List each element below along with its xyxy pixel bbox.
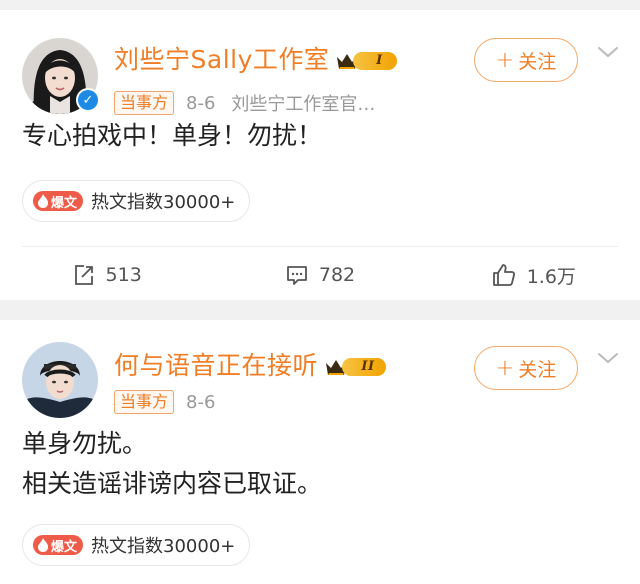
follow-label: 关注 — [518, 50, 557, 73]
party-tag: 当事方 — [114, 390, 175, 414]
hot-pill: 爆文 — [33, 191, 84, 211]
plus-icon: + — [495, 47, 515, 73]
repost-icon — [74, 265, 93, 285]
author-name[interactable]: 刘些宁Sally工作室 I — [114, 40, 398, 76]
post-content: 专心拍戏中！单身！勿扰！ — [22, 116, 322, 156]
vip-level: II — [342, 358, 387, 376]
chevron-down-icon[interactable] — [596, 44, 620, 60]
like-button[interactable]: 1.6万 — [427, 250, 640, 300]
comment-icon — [286, 266, 307, 285]
author-avatar[interactable]: ✓ — [22, 38, 100, 114]
plus-icon: + — [495, 355, 515, 381]
flame-icon — [38, 538, 48, 552]
content-line: 单身勿扰。 — [22, 429, 148, 458]
author-name[interactable]: 何与语音正在接听 II — [114, 346, 387, 382]
vip-badge: I — [335, 48, 398, 74]
post-date: 8-6 — [186, 92, 216, 114]
like-count: 1.6万 — [526, 265, 576, 288]
content-line: 专心拍戏中！单身！勿扰！ — [22, 121, 323, 150]
hot-label: 爆文 — [51, 539, 78, 555]
vip-badge: II — [324, 354, 387, 380]
post-card: ✓ 刘些宁Sally工作室 I 当事方 8-6 刘些宁工作室官… + 关注 专心… — [0, 10, 640, 300]
hot-pill: 爆文 — [33, 535, 84, 555]
follow-button[interactable]: + 关注 — [474, 346, 578, 390]
post-content: 单身勿扰。 相关造谣诽谤内容已取证。 — [22, 424, 322, 504]
post-source: 刘些宁工作室官… — [231, 94, 376, 115]
like-icon — [492, 264, 515, 286]
author-name-text: 何与语音正在接听 — [114, 351, 319, 380]
party-tag: 当事方 — [114, 91, 175, 115]
author-name-text: 刘些宁Sally工作室 — [114, 45, 330, 74]
post-meta: 当事方 8-6 — [114, 390, 215, 414]
author-avatar[interactable] — [22, 342, 98, 418]
post-date: 8-6 — [186, 391, 216, 413]
comment-count: 782 — [318, 264, 356, 286]
divider — [22, 246, 618, 247]
hot-label: 爆文 — [51, 195, 78, 211]
follow-label: 关注 — [518, 358, 557, 381]
hot-index-text: 热文指数30000+ — [91, 192, 236, 213]
hot-index-badge[interactable]: 爆文 热文指数30000+ — [22, 524, 251, 566]
repost-count: 513 — [105, 264, 142, 286]
chevron-down-icon[interactable] — [596, 350, 620, 366]
hot-index-badge[interactable]: 爆文 热文指数30000+ — [22, 180, 251, 222]
content-line: 相关造谣诽谤内容已取证。 — [22, 469, 323, 498]
hot-index-text: 热文指数30000+ — [91, 536, 236, 557]
comment-button[interactable]: 782 — [213, 250, 426, 300]
repost-button[interactable]: 513 — [0, 250, 213, 300]
flame-icon — [38, 194, 48, 208]
vip-level: I — [353, 52, 398, 70]
verified-icon: ✓ — [76, 88, 100, 112]
action-bar: 513 782 1.6万 — [0, 250, 640, 300]
follow-button[interactable]: + 关注 — [474, 38, 578, 82]
post-meta: 当事方 8-6 刘些宁工作室官… — [114, 90, 375, 116]
post-card: 何与语音正在接听 II 当事方 8-6 + 关注 单身勿扰。 相关造谣诽谤内容已… — [0, 320, 640, 584]
